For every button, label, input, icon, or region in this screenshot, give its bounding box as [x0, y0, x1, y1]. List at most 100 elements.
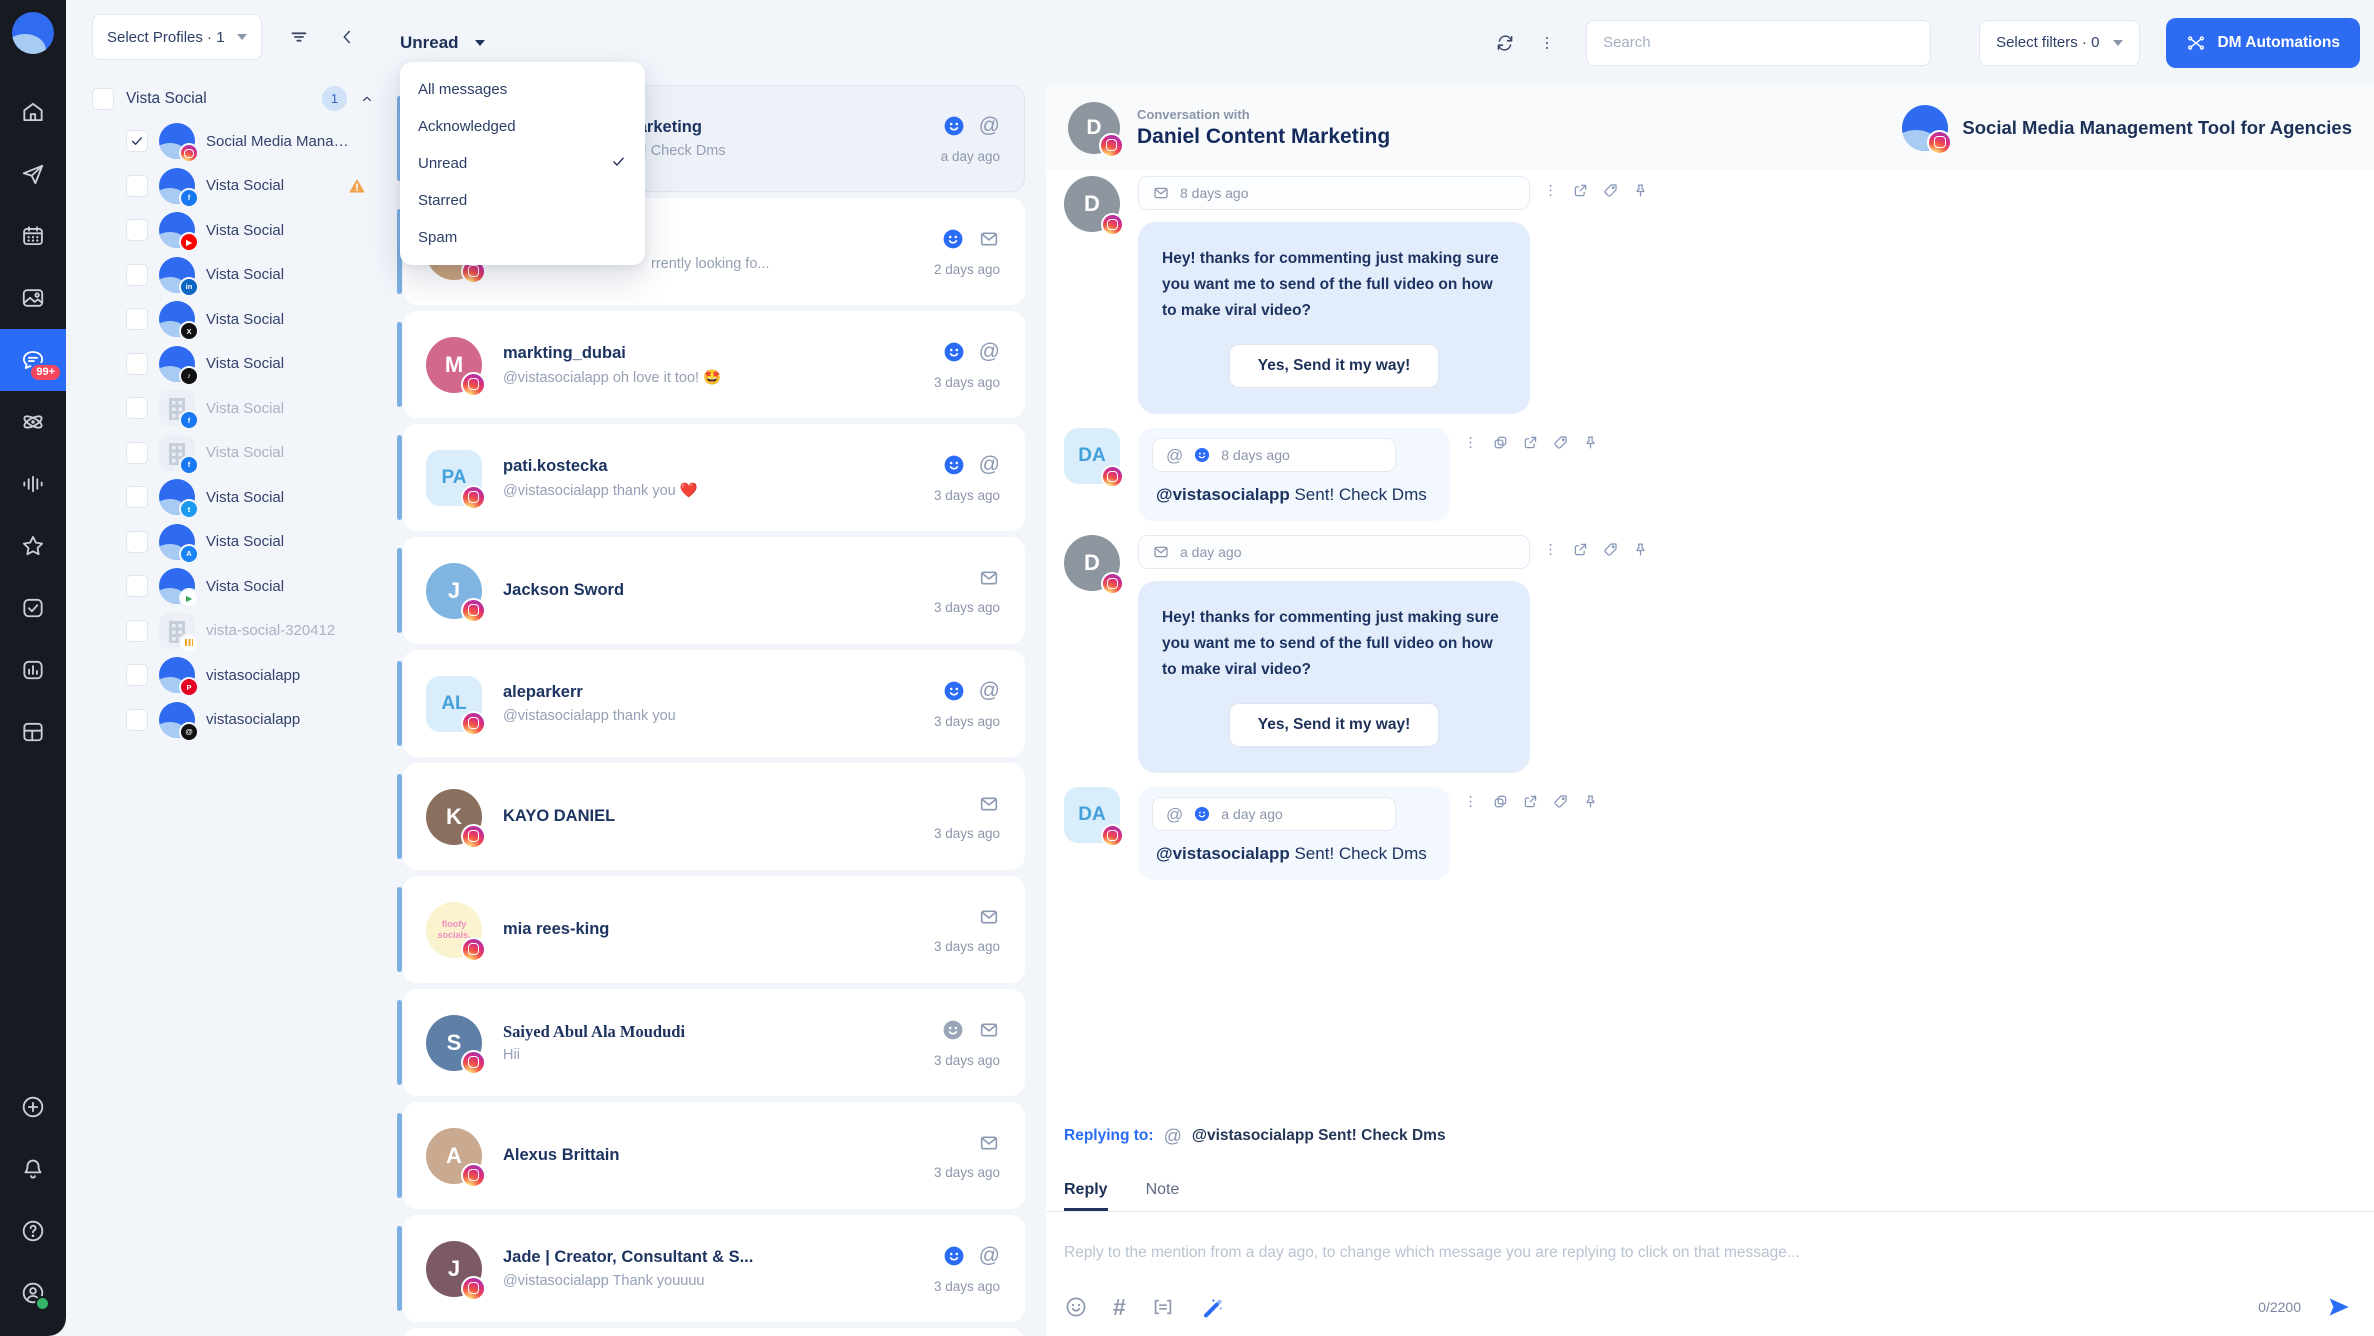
avatar: ▶	[159, 568, 195, 604]
nav-item-publish[interactable]	[0, 143, 66, 205]
checkbox[interactable]	[126, 308, 148, 330]
outgoing-message[interactable]: DA @8 days ago @vistasocialapp Sent! Che…	[1064, 428, 2374, 521]
filter-option-acknowledged[interactable]: Acknowledged	[400, 108, 645, 145]
profile-item[interactable]: fVista Social	[92, 431, 395, 476]
filter-option-unread[interactable]: Unread	[400, 145, 645, 182]
conversation-card-name: KAYO DANIEL	[503, 807, 922, 827]
nav-item-calendar[interactable]	[0, 205, 66, 267]
search-input[interactable]	[1586, 20, 1931, 66]
conversation-card[interactable]: J Jackson Sword 3 days ago	[403, 537, 1025, 644]
instagram-badge-icon	[1101, 572, 1124, 595]
checkbox[interactable]	[126, 442, 148, 464]
profile-group-row[interactable]: Vista Social 1	[92, 86, 395, 111]
profile-item[interactable]: ♪Vista Social	[92, 342, 395, 387]
ai-assistant-icon[interactable]	[1200, 1295, 1224, 1319]
profile-item[interactable]: fVista Social	[92, 164, 395, 209]
outgoing-message[interactable]: DA @a day ago @vistasocialapp Sent! Chec…	[1064, 787, 2374, 880]
avatar: DA	[1064, 787, 1120, 843]
checkbox[interactable]	[126, 175, 148, 197]
collapse-panel-icon[interactable]	[336, 26, 358, 48]
saved-replies-icon[interactable]	[1151, 1295, 1175, 1319]
conversation-card[interactable]: floofysocials. mia rees-king 3 days ago	[403, 876, 1025, 983]
conversation-card-preview: @vistasocialapp thank you	[503, 708, 922, 724]
nav-item-reports[interactable]	[0, 639, 66, 701]
checkbox[interactable]	[126, 531, 148, 553]
checkbox[interactable]	[126, 397, 148, 419]
profile-item[interactable]: tVista Social	[92, 475, 395, 520]
filter-option-starred[interactable]: Starred	[400, 182, 645, 219]
conversation-card[interactable]: J Jade | Creator, Consultant & S... @vis…	[403, 1215, 1025, 1322]
unreplied-indicator-icon	[942, 679, 966, 703]
conversation-card[interactable]: AL aleparkerr @vistasocialapp thank you …	[403, 650, 1025, 757]
vista-social-logo[interactable]	[12, 12, 54, 54]
facebook-badge-icon: f	[179, 188, 199, 208]
profile-item[interactable]: fVista Social	[92, 386, 395, 431]
group-checkbox[interactable]	[92, 88, 114, 110]
checkbox[interactable]	[126, 219, 148, 241]
reply-input[interactable]	[1064, 1212, 2352, 1274]
pin-icon	[1632, 541, 1649, 558]
avatar: floofysocials.	[426, 902, 482, 958]
dm-automations-button[interactable]: DM Automations	[2166, 18, 2360, 68]
nav-item-connect[interactable]	[0, 391, 66, 453]
nav-item-planner[interactable]	[0, 701, 66, 763]
quick-reply-button[interactable]: Yes, Send it my way!	[1229, 344, 1439, 388]
profile-label: vistasocialapp	[206, 711, 300, 728]
nav-item-help[interactable]	[0, 1200, 66, 1262]
emoji-icon[interactable]	[1064, 1295, 1088, 1319]
conversation-card[interactable]: PA pati.kostecka @vistasocialapp thank y…	[403, 424, 1025, 531]
checkbox[interactable]	[126, 264, 148, 286]
hashtag-icon[interactable]: #	[1113, 1296, 1126, 1319]
filter-icon[interactable]	[288, 26, 310, 48]
checkbox[interactable]	[126, 620, 148, 642]
profile-item[interactable]: Social Media Managem...	[92, 119, 395, 164]
profile-label: Vista Social	[206, 444, 284, 461]
kebab-menu-icon[interactable]	[1538, 34, 1556, 52]
message-filter-dropdown[interactable]: Unread	[400, 33, 485, 53]
refresh-icon[interactable]	[1494, 32, 1516, 54]
nav-item-media[interactable]	[0, 267, 66, 329]
checkbox[interactable]	[126, 709, 148, 731]
checkbox[interactable]	[126, 575, 148, 597]
profile-item[interactable]: vista-social-320412	[92, 609, 395, 654]
main-panel: Select filters · 0 DM Automations D Conv…	[1046, 0, 2374, 1336]
replying-to-label: Replying to:	[1064, 1127, 1154, 1145]
profile-item[interactable]: inVista Social	[92, 253, 395, 298]
pinterest-badge-icon: P	[179, 677, 199, 697]
nav-item-account[interactable]	[0, 1262, 66, 1324]
quick-reply-button[interactable]: Yes, Send it my way!	[1229, 703, 1439, 747]
nav-item-create[interactable]	[0, 1076, 66, 1138]
filter-option-spam[interactable]: Spam	[400, 219, 645, 256]
select-profiles-dropdown[interactable]: Select Profiles · 1	[92, 14, 262, 60]
incoming-message[interactable]: D a day ago Hey! thanks for commenting j…	[1064, 535, 2374, 773]
nav-item-notifications[interactable]	[0, 1138, 66, 1200]
nav-item-reviews[interactable]	[0, 515, 66, 577]
nav-item-listening[interactable]	[0, 453, 66, 515]
profile-item[interactable]: ▶Vista Social	[92, 564, 395, 609]
filter-option-all-messages[interactable]: All messages	[400, 71, 645, 108]
checkbox[interactable]	[126, 486, 148, 508]
profile-item[interactable]: Pvistasocialapp	[92, 653, 395, 698]
nav-item-inbox[interactable]: 99+	[0, 329, 66, 391]
conversation-card[interactable]	[403, 1328, 1025, 1336]
conversation-card-time: 3 days ago	[934, 1165, 1000, 1180]
incoming-message[interactable]: D 8 days ago Hey! thanks for commenting …	[1064, 176, 2374, 414]
checkbox[interactable]	[126, 353, 148, 375]
checkbox[interactable]	[126, 664, 148, 686]
chevron-up-icon[interactable]	[359, 91, 375, 107]
conversation-card[interactable]: A Alexus Brittain 3 days ago	[403, 1102, 1025, 1209]
conversation-card[interactable]: S Saiyed Abul Ala Moududi Hii 3 days ago	[403, 989, 1025, 1096]
conversation-card[interactable]: K KAYO DANIEL 3 days ago	[403, 763, 1025, 870]
tab-reply[interactable]: Reply	[1064, 1181, 1108, 1211]
profile-item[interactable]: @vistasocialapp	[92, 698, 395, 743]
conversation-card[interactable]: M markting_dubai @vistasocialapp oh love…	[403, 311, 1025, 418]
nav-item-tasks[interactable]	[0, 577, 66, 639]
checkbox[interactable]	[126, 130, 148, 152]
profile-item[interactable]: ▶Vista Social	[92, 208, 395, 253]
send-icon[interactable]	[2326, 1294, 2352, 1320]
select-filters-dropdown[interactable]: Select filters · 0	[1979, 20, 2140, 66]
profile-item[interactable]: XVista Social	[92, 297, 395, 342]
profile-item[interactable]: AVista Social	[92, 520, 395, 565]
nav-item-home[interactable]	[0, 81, 66, 143]
tab-note[interactable]: Note	[1146, 1181, 1180, 1211]
